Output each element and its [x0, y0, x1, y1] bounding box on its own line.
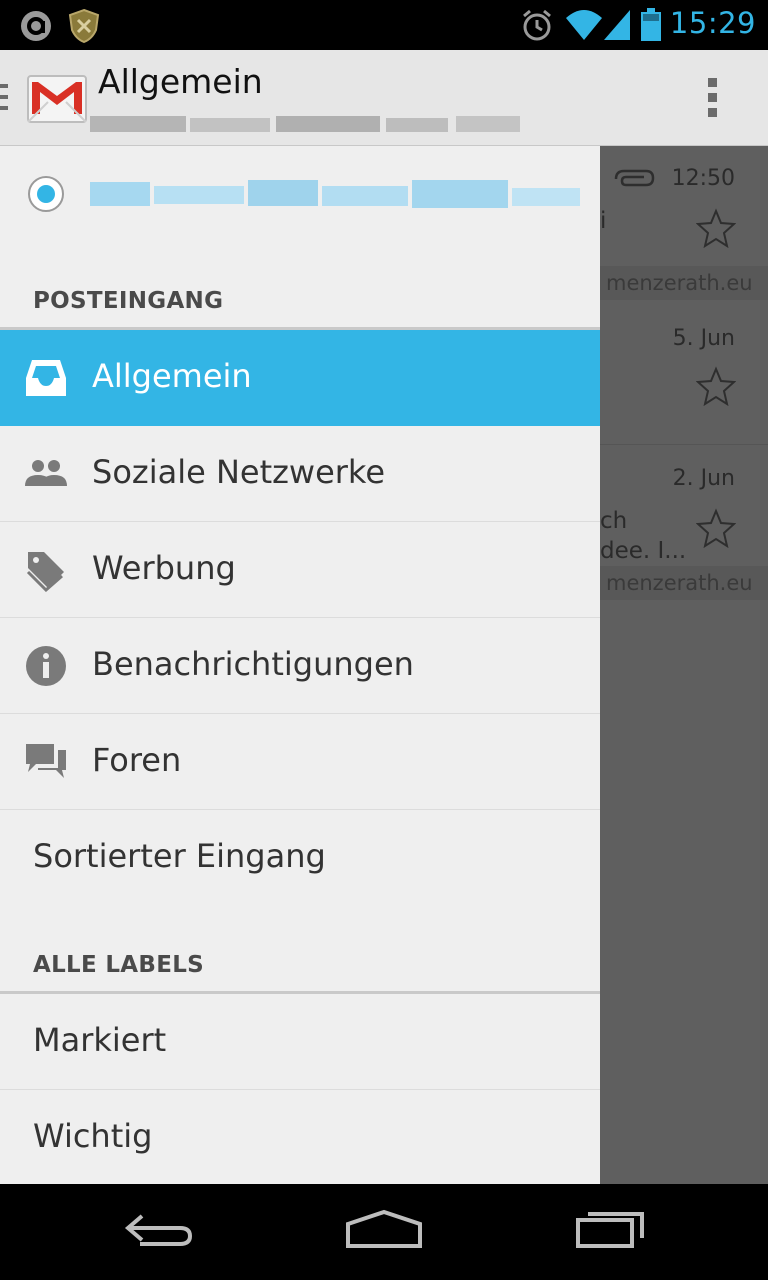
mail-row[interactable]: 2. Jun ch dee. I... menzerath.eu — [600, 446, 768, 606]
wifi-icon — [566, 10, 602, 40]
mail-sender-domain: menzerath.eu — [600, 566, 768, 600]
alarm-icon — [523, 9, 551, 41]
mail-row[interactable]: 5. Jun — [600, 326, 768, 446]
star-icon[interactable] — [696, 208, 736, 248]
overflow-menu-icon[interactable] — [708, 78, 720, 118]
tag-icon — [26, 552, 64, 592]
action-bar: Allgemein — [0, 50, 768, 146]
drawer-item-label: Werbung — [92, 549, 236, 587]
section-header-label: ALLE LABELS — [33, 952, 205, 978]
inbox-icon — [26, 360, 66, 396]
drawer-item-label: Benachrichtigungen — [92, 645, 414, 683]
drawer-item-werbung[interactable]: Werbung — [0, 522, 600, 618]
forum-icon — [26, 744, 66, 778]
mail-row[interactable]: 12:50 i menzerath.eu — [600, 146, 768, 326]
account-row[interactable] — [0, 146, 600, 246]
section-header-labels: ALLE LABELS — [0, 944, 600, 994]
recent-apps-icon[interactable] — [572, 1206, 652, 1256]
account-radio[interactable] — [28, 176, 64, 212]
people-icon — [25, 460, 67, 486]
section-header-label: POSTEINGANG — [33, 288, 224, 314]
info-icon — [26, 646, 66, 686]
section-header-inbox: POSTEINGANG — [0, 280, 600, 330]
drawer-item-label: Soziale Netzwerke — [92, 453, 385, 491]
drawer-item-foren[interactable]: Foren — [0, 714, 600, 810]
mail-time: 2. Jun — [672, 466, 735, 491]
star-icon[interactable] — [696, 508, 736, 548]
mail-snippet: ch — [600, 508, 628, 534]
drawer-item-label: Allgemein — [92, 357, 252, 395]
drawer-item-markiert[interactable]: Markiert — [0, 994, 600, 1090]
drawer-indicator-icon[interactable] — [0, 84, 8, 114]
battery-icon — [641, 8, 661, 41]
drawer-item-label: Sortierter Eingang — [33, 837, 326, 875]
home-icon[interactable] — [344, 1206, 424, 1256]
drawer-item-label: Markiert — [33, 1021, 167, 1059]
drawer-item-allgemein[interactable]: Allgemein — [0, 330, 600, 426]
signal-icon — [604, 10, 630, 40]
drawer-item-label: Foren — [92, 741, 182, 779]
navigation-drawer: POSTEINGANG Allgemein Soziale Netzwerke … — [0, 146, 600, 1184]
status-bar: 15:29 — [0, 0, 768, 50]
mail-sender-domain: menzerath.eu — [600, 266, 768, 300]
account-email-blurred — [90, 180, 580, 208]
shield-icon — [68, 8, 100, 44]
notification-a-icon — [21, 11, 51, 41]
system-nav-bar — [0, 1184, 768, 1280]
gmail-icon[interactable] — [26, 68, 88, 130]
drawer-item-benachrichtigungen[interactable]: Benachrichtigungen — [0, 618, 600, 714]
drawer-item-wichtig[interactable]: Wichtig — [0, 1090, 600, 1184]
mail-snippet: i — [600, 208, 607, 234]
drawer-item-soziale-netzwerke[interactable]: Soziale Netzwerke — [0, 426, 600, 522]
mail-snippet: dee. I... — [600, 538, 687, 564]
drawer-item-sortierter-eingang[interactable]: Sortierter Eingang — [0, 810, 600, 906]
attachment-icon — [614, 169, 655, 187]
page-title: Allgemein — [98, 62, 263, 101]
mail-time: 12:50 — [671, 166, 735, 191]
star-icon[interactable] — [696, 366, 736, 406]
status-time: 15:29 — [669, 6, 756, 40]
account-subtitle-blurred — [90, 116, 520, 132]
drawer-item-label: Wichtig — [33, 1117, 153, 1155]
mail-time: 5. Jun — [672, 326, 735, 351]
back-icon[interactable] — [120, 1206, 200, 1256]
